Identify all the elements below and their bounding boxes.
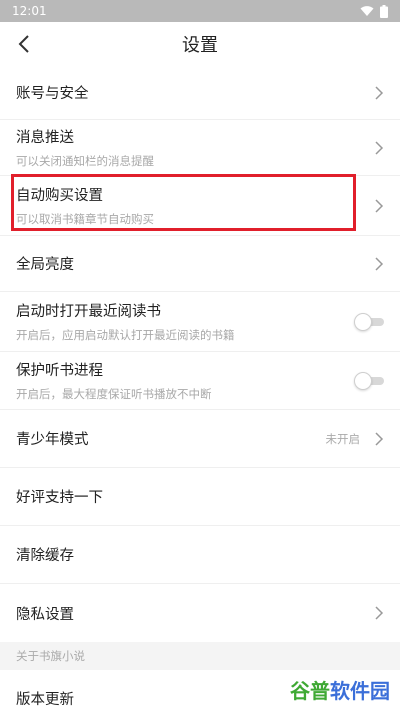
setting-teen-mode[interactable]: 青少年模式 未开启 (0, 410, 400, 468)
page-title: 设置 (182, 35, 218, 56)
setting-label: 清除缓存 (16, 548, 74, 564)
setting-clear-cache[interactable]: 清除缓存 (0, 526, 400, 584)
setting-open-recent: 启动时打开最近阅读书 开启后，应用启动默认打开最近阅读的书籍 (0, 292, 400, 352)
setting-label: 自动购买设置 (16, 188, 103, 204)
back-button[interactable] (12, 32, 36, 56)
chevron-right-icon (375, 140, 384, 155)
setting-label: 青少年模式 (16, 432, 89, 448)
chevron-right-icon (375, 85, 384, 100)
setting-auto-purchase[interactable]: 自动购买设置 可以取消书籍章节自动购买 (0, 176, 400, 236)
setting-label: 好评支持一下 (16, 490, 103, 506)
chevron-right-icon (375, 198, 384, 213)
status-icons (360, 4, 388, 18)
nav-bar: 设置 (0, 22, 400, 66)
setting-privacy[interactable]: 隐私设置 (0, 584, 400, 642)
setting-description: 可以取消书籍章节自动购买 (16, 212, 154, 226)
setting-description: 开启后，最大程度保证听书播放不中断 (16, 387, 212, 401)
toggle-thumb (354, 312, 372, 331)
teen-mode-status: 未开启 (325, 431, 361, 446)
chevron-left-icon (18, 35, 29, 53)
setting-version-update[interactable]: 版本更新 (0, 670, 400, 726)
status-time: 12:01 (12, 4, 47, 18)
chevron-right-icon (375, 606, 384, 620)
battery-icon (380, 4, 388, 18)
about-section-header: 关于书旗小说 (0, 642, 400, 670)
setting-label: 启动时打开最近阅读书 (16, 304, 161, 320)
setting-label: 版本更新 (16, 691, 74, 708)
setting-account-security[interactable]: 账号与安全 (0, 66, 400, 120)
chevron-right-icon (375, 256, 384, 271)
setting-push[interactable]: 消息推送 可以关闭通知栏的消息提醒 (0, 120, 400, 176)
toggle-thumb (354, 371, 372, 390)
setting-brightness[interactable]: 全局亮度 (0, 236, 400, 292)
setting-rate[interactable]: 好评支持一下 (0, 468, 400, 526)
open-recent-toggle[interactable] (354, 312, 384, 331)
setting-label: 隐私设置 (16, 606, 74, 623)
setting-listen-progress: 保护听书进程 开启后，最大程度保证听书播放不中断 (0, 352, 400, 410)
setting-description: 开启后，应用启动默认打开最近阅读的书籍 (16, 328, 235, 342)
setting-label: 账号与安全 (16, 86, 89, 102)
setting-label: 消息推送 (16, 130, 74, 146)
listen-progress-toggle[interactable] (354, 371, 384, 390)
settings-list: 账号与安全 消息推送 可以关闭通知栏的消息提醒 自动购买设置 可以取消书籍章节自… (0, 66, 400, 726)
setting-description: 可以关闭通知栏的消息提醒 (16, 154, 154, 168)
wifi-icon (360, 6, 374, 16)
status-bar: 12:01 (0, 0, 400, 22)
setting-label: 全局亮度 (16, 257, 74, 273)
chevron-right-icon (375, 431, 384, 446)
setting-label: 保护听书进程 (16, 363, 103, 379)
